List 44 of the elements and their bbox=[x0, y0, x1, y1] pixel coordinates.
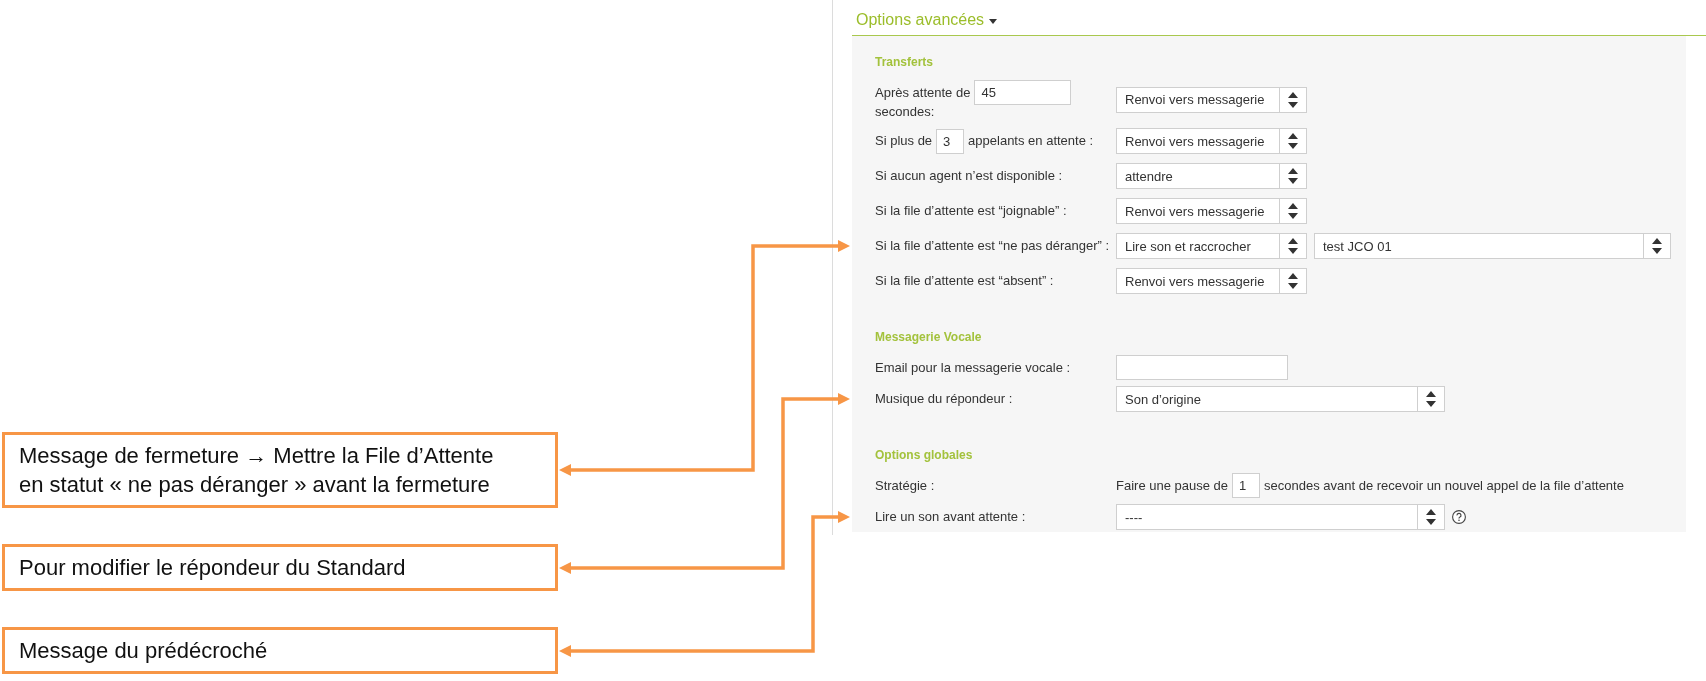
up-down-arrows-icon bbox=[1288, 203, 1298, 219]
up-down-arrows-icon bbox=[1426, 391, 1436, 407]
select-dropdown[interactable]: Renvoi vers messagerie bbox=[1116, 268, 1307, 294]
callout-box: Message du prédécroché bbox=[2, 627, 558, 674]
field-label: secondes: bbox=[875, 105, 935, 119]
help-icon[interactable] bbox=[1452, 510, 1466, 524]
field-label: Email pour la messagerie vocale : bbox=[875, 359, 1071, 375]
up-down-arrows-icon bbox=[1426, 509, 1436, 525]
email-field[interactable] bbox=[1116, 355, 1288, 380]
callout-box: Message de fermeture → Mettre la File d’Attente en statut « ne pas déranger » avant la fermeture bbox=[2, 432, 558, 508]
up-down-arrows-icon bbox=[1288, 273, 1298, 289]
group-heading: Messagerie Vocale bbox=[875, 329, 983, 345]
field-label: Si la file d’attente est “ne pas déranger” : bbox=[875, 238, 1110, 253]
field-label: Stratégie : bbox=[875, 477, 935, 493]
up-down-arrows-icon bbox=[1288, 91, 1298, 108]
field-label: Si aucun agent n’est disponible : bbox=[875, 168, 1063, 183]
field-label: Lire un son avant attente : bbox=[875, 509, 1026, 524]
field-label: Si la file d’attente est “absent” : bbox=[875, 273, 1054, 288]
up-down-arrows-icon bbox=[1288, 168, 1298, 184]
select-dropdown[interactable]: Lire son et raccrocher bbox=[1116, 233, 1307, 259]
up-down-arrows-icon bbox=[1652, 238, 1662, 254]
select-dropdown[interactable]: Renvoi vers messagerie bbox=[1116, 198, 1307, 224]
up-down-arrows-icon bbox=[1288, 133, 1298, 149]
option-text: secondes avant de recevoir un nouvel appel de la file d’attente bbox=[1264, 478, 1624, 493]
field-label: Musique du répondeur : bbox=[875, 391, 1013, 406]
field-label: Si plus de bbox=[875, 134, 933, 148]
number-input[interactable]: 45 bbox=[974, 80, 1072, 105]
callout-box: Pour modifier le répondeur du Standard bbox=[2, 544, 558, 591]
field-label: Après attente de bbox=[875, 85, 971, 100]
select-dropdown[interactable]: attendre bbox=[1116, 163, 1307, 189]
field-label: Si la file d’attente est “joignable” : bbox=[875, 203, 1067, 218]
caret-icon[interactable] bbox=[989, 19, 998, 24]
number-input[interactable]: 3 bbox=[936, 128, 965, 154]
number-input[interactable]: 1 bbox=[1232, 473, 1261, 498]
field-label: appelants en attente : bbox=[968, 134, 1094, 148]
select-dropdown[interactable]: ---- bbox=[1116, 504, 1445, 530]
group-heading: Transferts bbox=[875, 54, 935, 70]
option-text: Faire une pause de bbox=[1116, 478, 1229, 493]
select-dropdown[interactable]: Son d’origine bbox=[1116, 386, 1445, 412]
select-dropdown[interactable]: Renvoi vers messagerie bbox=[1116, 86, 1307, 113]
select-dropdown[interactable]: test JCO 01 bbox=[1314, 233, 1671, 259]
up-down-arrows-icon bbox=[1288, 238, 1298, 254]
select-dropdown[interactable]: Renvoi vers messagerie bbox=[1116, 128, 1307, 154]
group-heading: Options globales bbox=[875, 447, 974, 463]
